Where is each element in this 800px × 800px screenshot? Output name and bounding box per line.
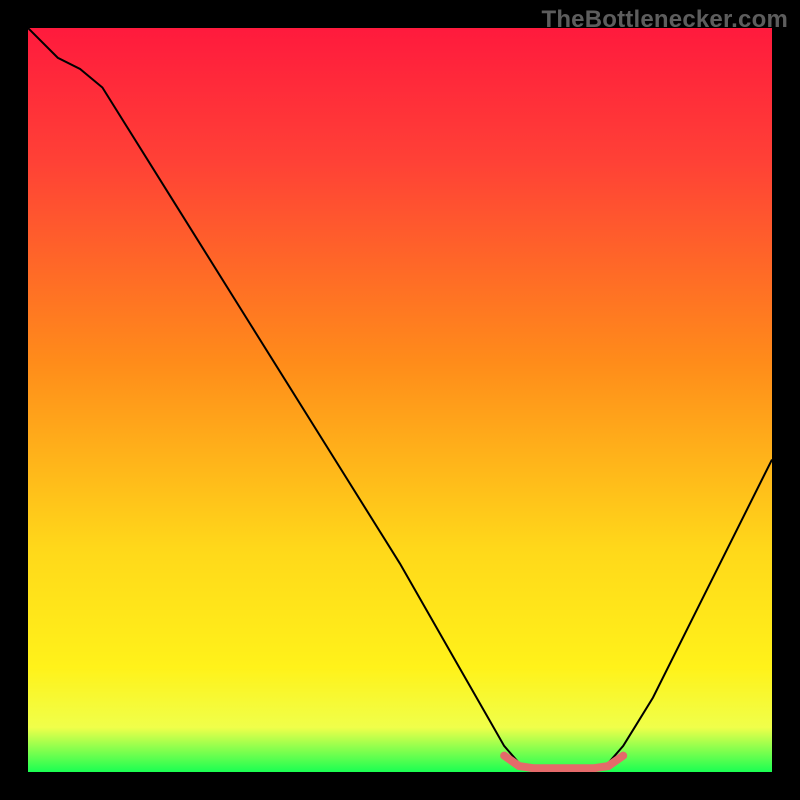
chart-svg	[28, 28, 772, 772]
chart-plot-area	[28, 28, 772, 772]
watermark-text: TheBottlenecker.com	[541, 6, 788, 34]
chart-background-gradient	[28, 28, 772, 772]
